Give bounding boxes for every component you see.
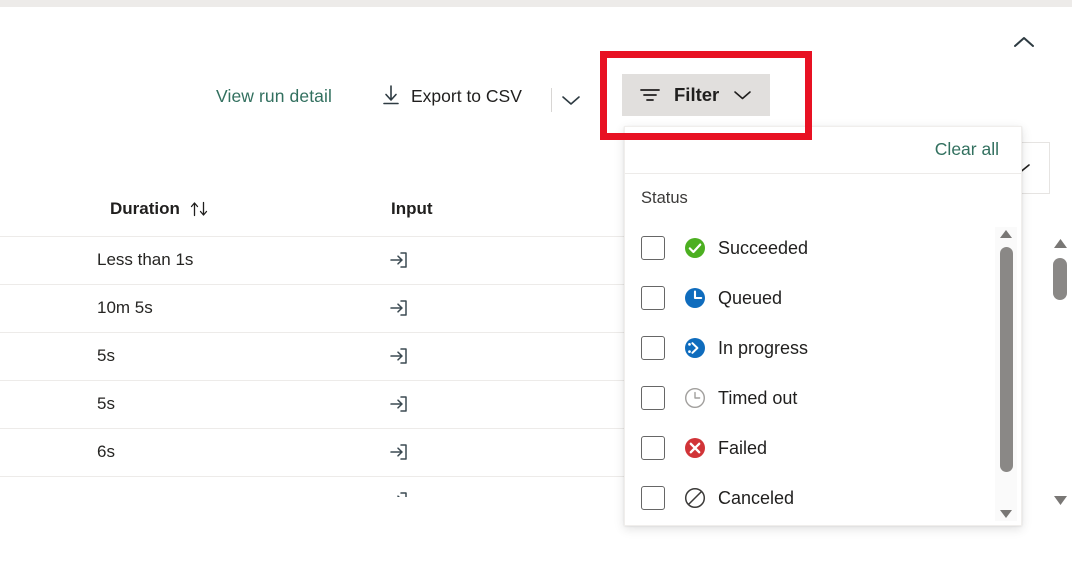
status-in-progress-icon	[683, 336, 707, 360]
checkbox-queued[interactable]	[641, 286, 665, 310]
status-filter-list: Succeeded Queued	[625, 223, 997, 523]
scroll-down-arrow-icon[interactable]	[998, 507, 1014, 521]
filter-label: Filter	[674, 84, 719, 106]
status-filter-label: Failed	[718, 438, 767, 459]
cell-duration: Less than 1s	[97, 250, 193, 270]
checkbox-timed-out[interactable]	[641, 386, 665, 410]
cell-duration: 6s	[97, 442, 115, 462]
open-input-icon[interactable]	[388, 393, 410, 415]
status-filter-option-failed[interactable]: Failed	[625, 423, 997, 473]
collapse-panel-button[interactable]	[1008, 28, 1040, 56]
status-timed-out-icon	[683, 386, 707, 410]
export-options-caret-button[interactable]	[558, 88, 584, 112]
status-succeeded-icon	[683, 236, 707, 260]
table-row[interactable]: 6s	[0, 429, 640, 477]
cell-duration: 5s	[97, 346, 115, 366]
top-strip	[0, 0, 1072, 7]
cell-duration: 10m 5s	[97, 298, 153, 318]
status-filter-option-queued[interactable]: Queued	[625, 273, 997, 323]
scroll-down-arrow-icon[interactable]	[1052, 493, 1069, 508]
open-input-icon[interactable]	[388, 441, 410, 463]
chevron-up-icon	[1013, 35, 1035, 49]
chevron-down-icon	[733, 89, 752, 101]
table-row[interactable]: 5s	[0, 333, 640, 381]
status-filter-label: Timed out	[718, 388, 797, 409]
status-queued-icon	[683, 286, 707, 310]
status-filter-label: Canceled	[718, 488, 794, 509]
table-row[interactable]: Less than 1s	[0, 237, 640, 285]
status-filter-label: Queued	[718, 288, 782, 309]
status-filter-label: Succeeded	[718, 238, 808, 259]
scroll-up-arrow-icon[interactable]	[998, 227, 1014, 241]
download-icon	[381, 84, 401, 108]
runs-table: Duration Input Less than 1s	[0, 185, 640, 497]
filter-icon	[638, 85, 662, 105]
open-input-icon[interactable]	[388, 297, 410, 319]
scrollbar-thumb[interactable]	[1000, 247, 1013, 472]
status-canceled-icon	[683, 486, 707, 510]
checkbox-succeeded[interactable]	[641, 236, 665, 260]
column-header-duration[interactable]: Duration	[110, 199, 210, 219]
scrollbar-thumb[interactable]	[1053, 258, 1067, 300]
status-filter-option-in-progress[interactable]: In progress	[625, 323, 997, 373]
toolbar-divider	[551, 88, 552, 112]
export-to-csv-button[interactable]: Export to CSV	[381, 84, 522, 108]
status-filter-option-succeeded[interactable]: Succeeded	[625, 223, 997, 273]
status-filter-label: In progress	[718, 338, 808, 359]
view-run-detail-link[interactable]: View run detail	[216, 86, 332, 107]
export-to-csv-label: Export to CSV	[411, 86, 522, 107]
filter-group-title: Status	[641, 189, 688, 208]
checkbox-in-progress[interactable]	[641, 336, 665, 360]
checkbox-failed[interactable]	[641, 436, 665, 460]
column-header-input[interactable]: Input	[391, 199, 433, 219]
table-row[interactable]: 10m 5s	[0, 285, 640, 333]
table-row[interactable]	[0, 477, 640, 497]
filter-panel-scrollbar[interactable]	[995, 227, 1017, 521]
chevron-down-icon	[561, 94, 581, 107]
status-filter-option-timed-out[interactable]: Timed out	[625, 373, 997, 423]
table-row[interactable]: 5s	[0, 381, 640, 429]
filter-dropdown-panel: Clear all Status Succeeded	[624, 126, 1022, 526]
column-header-duration-label: Duration	[110, 199, 180, 219]
checkbox-canceled[interactable]	[641, 486, 665, 510]
scroll-up-arrow-icon[interactable]	[1052, 236, 1069, 251]
column-header-input-label: Input	[391, 199, 433, 219]
open-input-icon[interactable]	[388, 249, 410, 271]
open-input-icon[interactable]	[388, 489, 410, 497]
clear-all-button[interactable]: Clear all	[935, 139, 999, 160]
status-failed-icon	[683, 436, 707, 460]
command-bar: View run detail Export to CSV	[0, 70, 1072, 128]
page-scrollbar[interactable]	[1048, 236, 1072, 508]
cell-duration: 5s	[97, 394, 115, 414]
status-filter-option-canceled[interactable]: Canceled	[625, 473, 997, 523]
filter-button[interactable]: Filter	[622, 74, 770, 116]
app-root: View run detail Export to CSV	[0, 0, 1072, 566]
sort-updown-icon[interactable]	[189, 200, 210, 218]
filter-panel-header: Clear all	[625, 127, 1021, 174]
open-input-icon[interactable]	[388, 345, 410, 367]
table-header-row: Duration Input	[0, 185, 640, 237]
